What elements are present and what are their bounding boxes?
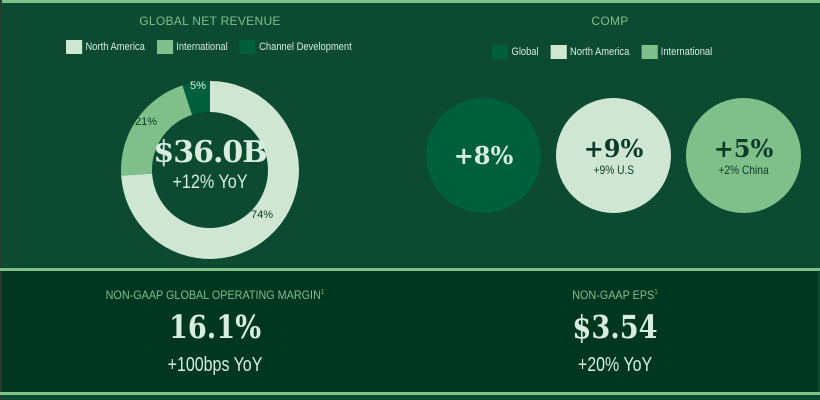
kpi-value: $3.54 [572, 308, 658, 346]
legend-swatch [550, 45, 567, 59]
kpi-sub: +20% YoY [577, 354, 653, 376]
comp-sublabel: +2% China [718, 163, 769, 177]
kpi-title-text: NON-GAAP EPS [572, 288, 655, 302]
comp-north-america-circle: +9% +9% U.S [556, 98, 671, 213]
legend-label: International [660, 46, 713, 58]
comp-value: +8% [453, 141, 514, 170]
legend-swatch [641, 45, 658, 59]
legend-label: Global [511, 46, 539, 58]
kpi-value: 16.1% [168, 308, 262, 346]
comp-international-circle: +5% +2% China [686, 98, 801, 213]
revenue-total: $36.0B [153, 135, 267, 170]
legend-item: Global [492, 45, 539, 59]
legend-label: North America [570, 46, 630, 58]
donut-data-label: 5% [190, 80, 206, 92]
comp-value: +5% [713, 134, 774, 163]
comp-sublabel: +9% U.S [593, 163, 634, 177]
kpi-title-text: NON-GAAP GLOBAL OPERATING MARGIN [105, 288, 321, 302]
legend-item: International [641, 45, 712, 59]
donut-data-label: 74% [251, 209, 273, 221]
kpi-title: NON-GAAP EPS1 [521, 288, 710, 302]
comp-global-circle: +8% [426, 98, 541, 213]
kpi-title: NON-GAAP GLOBAL OPERATING MARGIN1 [58, 288, 373, 302]
donut-center: $36.0B +12% YoY [130, 135, 290, 194]
kpi-sub: +100bps YoY [167, 354, 263, 376]
comp-title: COMP [591, 14, 629, 28]
donut-data-label: 21% [135, 116, 157, 128]
divider [0, 392, 820, 395]
revenue-growth: +12% YoY [172, 172, 248, 193]
footnote-marker: 1 [320, 289, 325, 296]
legend-swatch [492, 45, 509, 59]
footnote-marker: 1 [654, 289, 658, 296]
comp-value: +9% [583, 134, 644, 163]
legend-item: North America [550, 45, 629, 59]
comp-legend: Global North America International [492, 45, 719, 59]
